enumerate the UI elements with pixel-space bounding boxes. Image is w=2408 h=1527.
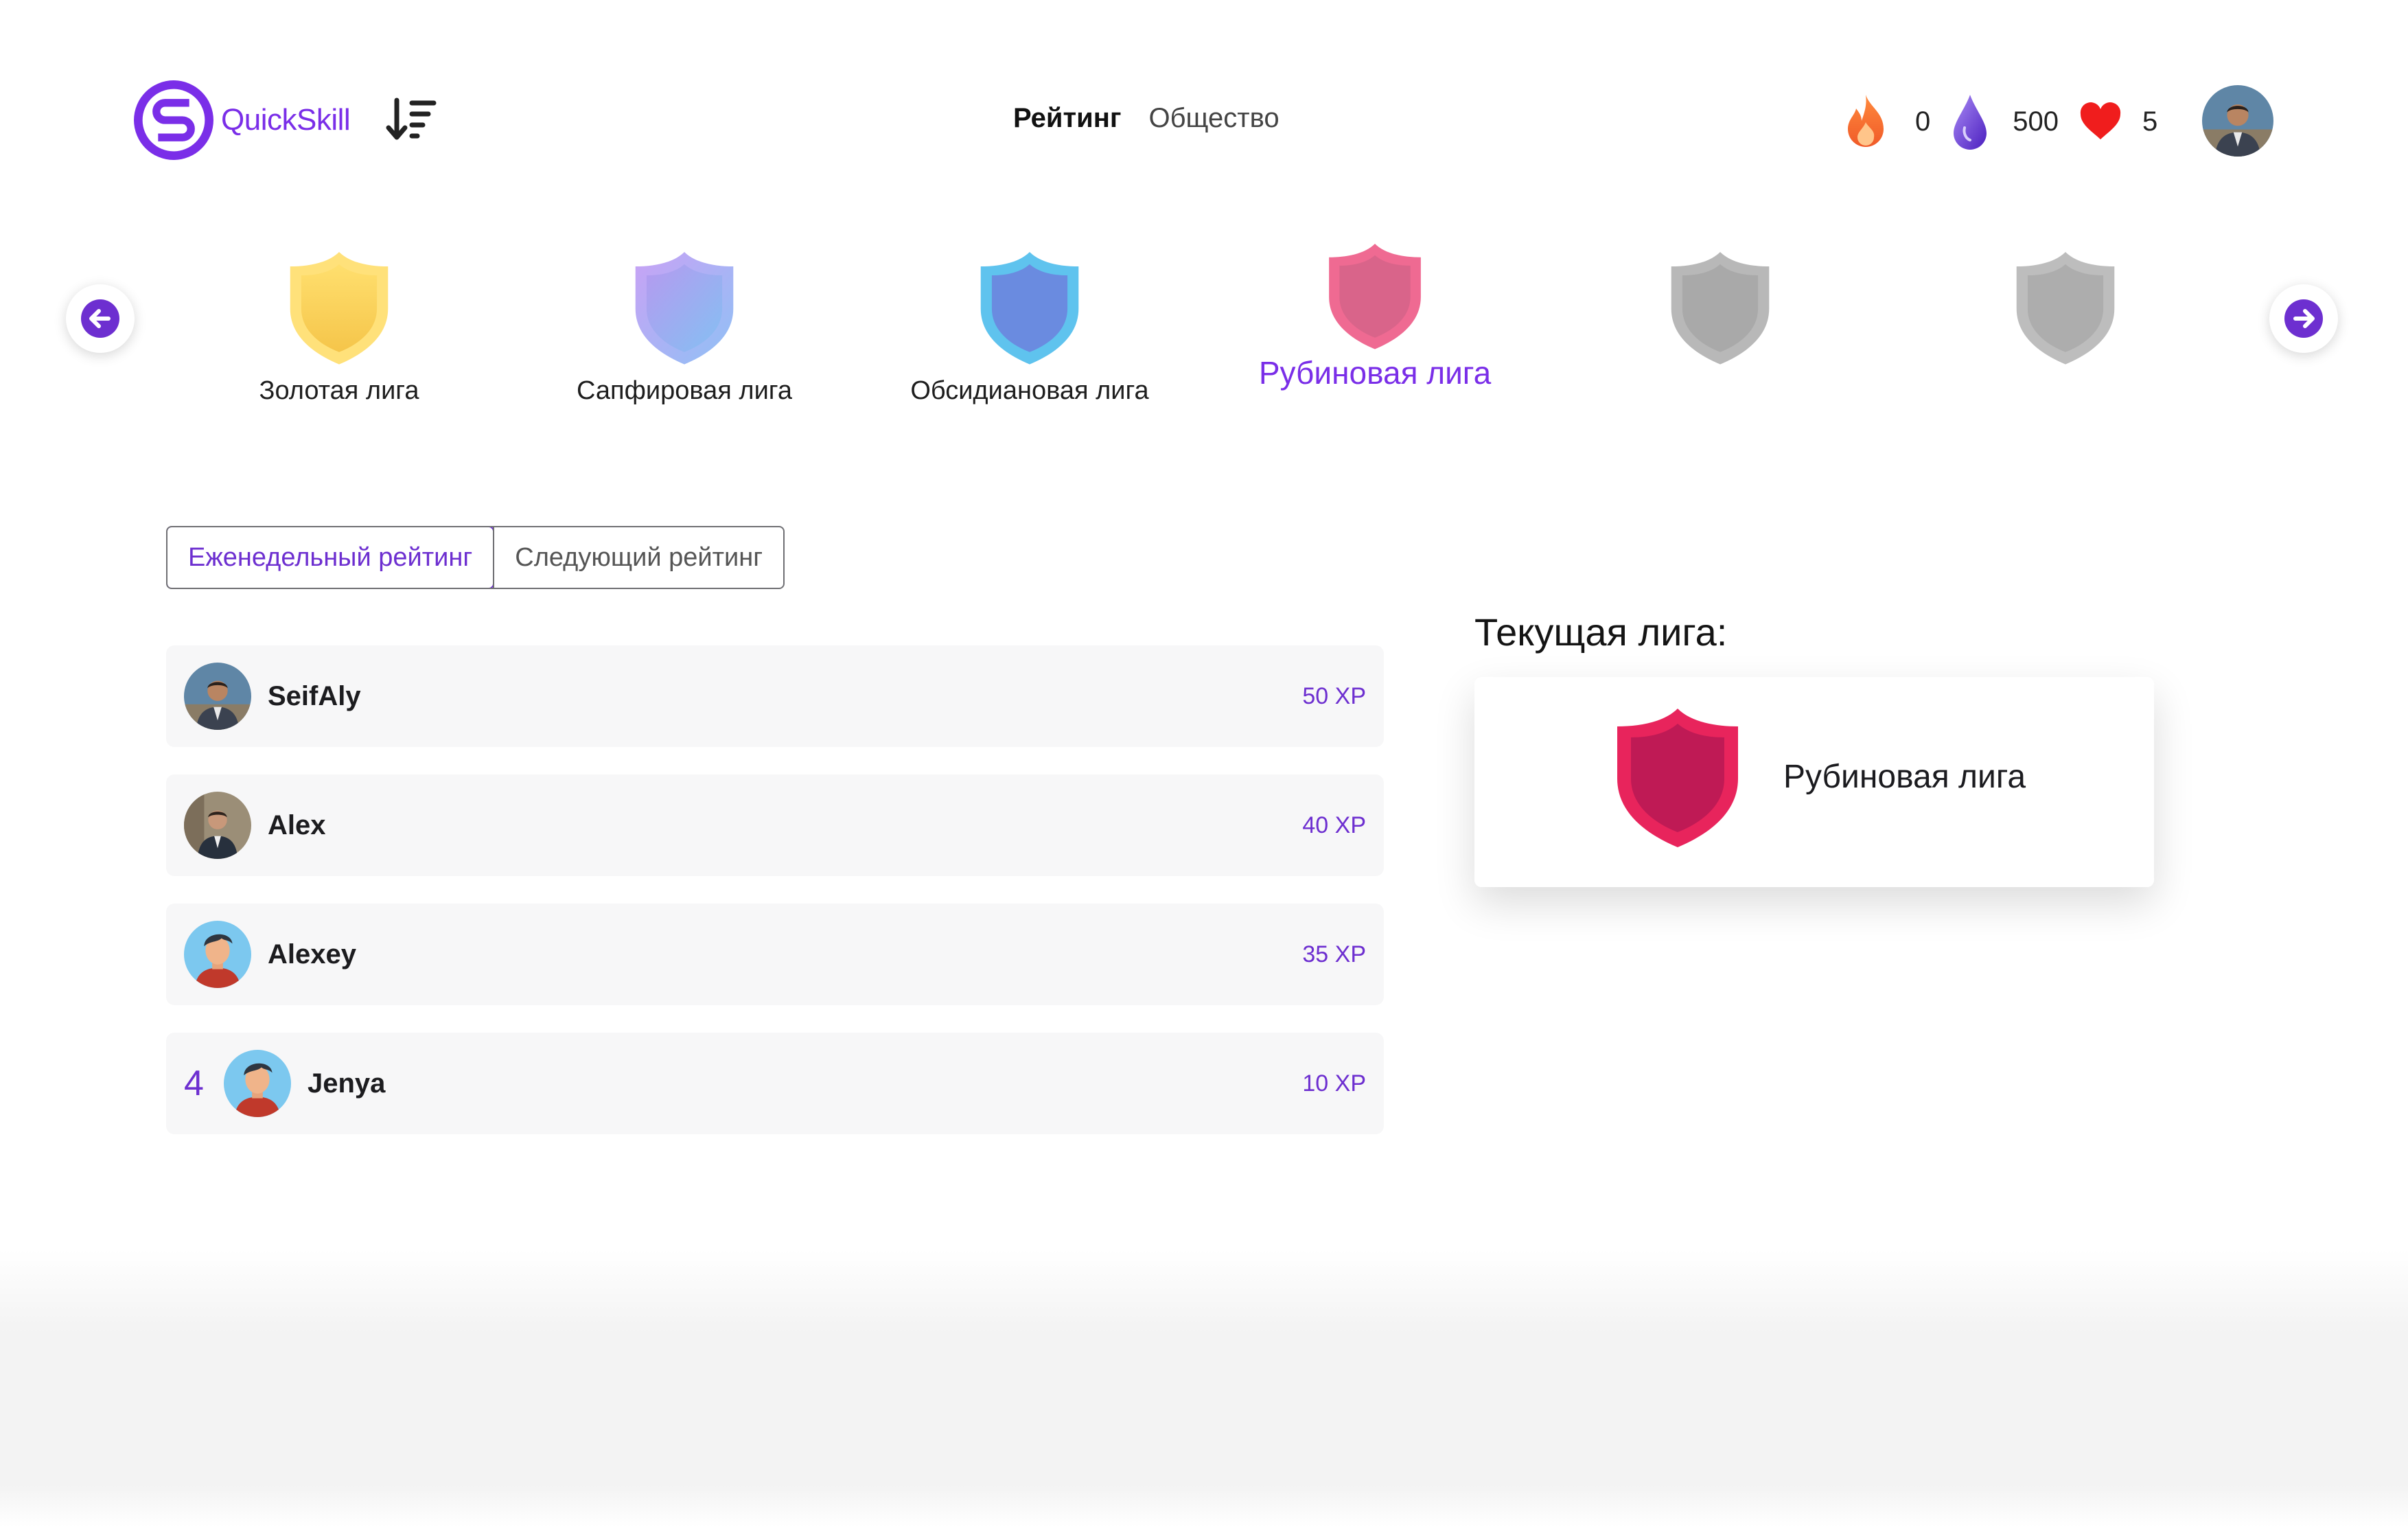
gems-stat[interactable]: 500: [1949, 92, 2059, 151]
sort-icon[interactable]: [384, 96, 437, 144]
ruby-shield-icon: [1617, 709, 1738, 847]
user-xp: 40 XP: [1302, 812, 1366, 838]
league-ruby[interactable]: Рубиновая лига: [1238, 240, 1512, 391]
main-nav: Рейтинг Общество: [1013, 103, 1280, 134]
user-rank: 4: [184, 1064, 204, 1103]
user-stats: 0 500 5: [1840, 88, 2157, 155]
user-avatar: [184, 921, 251, 988]
league-name: Обсидиановая лига: [910, 376, 1149, 405]
rating-tabs: Еженедельный рейтинг Следующий рейтинг: [166, 526, 785, 589]
locked-shield-icon: [1671, 252, 1770, 365]
user-cartoon-icon: [224, 1050, 291, 1117]
user-cartoon-icon: [184, 921, 251, 988]
user-photo-icon: [184, 792, 251, 859]
leaderboard-row[interactable]: Alexey 35 XP: [166, 904, 1384, 1005]
bottom-background-fade: [0, 1250, 2408, 1527]
streak-stat[interactable]: 0: [1840, 92, 1930, 151]
league-locked-2[interactable]: [1928, 249, 2203, 367]
sapphire-shield-icon: [635, 252, 734, 365]
leaderboard-row[interactable]: Alex 40 XP: [166, 774, 1384, 876]
profile-avatar[interactable]: [2202, 85, 2273, 157]
current-league-name: Рубиновая лига: [1783, 759, 2026, 795]
user-xp: 10 XP: [1302, 1070, 1366, 1097]
heart-icon: [2080, 102, 2121, 139]
user-name: Alex: [268, 810, 326, 840]
next-league-button[interactable]: [2269, 284, 2338, 353]
league-sapphire[interactable]: Сапфировая лига: [547, 249, 822, 406]
tab-weekly-rating[interactable]: Еженедельный рейтинг: [167, 527, 495, 588]
league-name: Золотая лига: [259, 376, 419, 405]
user-avatar: [184, 663, 251, 730]
gold-shield-icon: [290, 252, 389, 365]
logo[interactable]: QuickSkill: [130, 77, 351, 163]
user-photo-icon: [184, 663, 251, 730]
arrow-right-icon: [2284, 299, 2323, 338]
league-obsidian[interactable]: Обсидиановая лига: [892, 249, 1167, 406]
user-xp: 35 XP: [1302, 941, 1366, 967]
user-name: Jenya: [308, 1068, 386, 1099]
locked-shield-icon: [2016, 252, 2115, 365]
arrow-left-icon: [81, 299, 119, 338]
league-name: Сапфировая лига: [577, 376, 792, 405]
league-name: Рубиновая лига: [1258, 355, 1492, 391]
league-locked-1[interactable]: [1583, 249, 1857, 367]
lives-count: 5: [2142, 106, 2158, 137]
gem-drop-icon: [1954, 95, 1987, 150]
user-avatar: [184, 792, 251, 859]
streak-count: 0: [1915, 106, 1931, 137]
nav-community[interactable]: Общество: [1149, 103, 1280, 134]
ruby-shield-icon: [1329, 244, 1421, 349]
lives-stat[interactable]: 5: [2078, 101, 2157, 142]
leaderboard-row[interactable]: SeifAly 50 XP: [166, 645, 1384, 747]
tab-next-rating[interactable]: Следующий рейтинг: [493, 527, 783, 588]
user-avatar: [224, 1050, 291, 1117]
leaderboard-row[interactable]: 4 Jenya 10 XP: [166, 1033, 1384, 1134]
league-gold[interactable]: Золотая лига: [202, 249, 476, 406]
user-xp: 50 XP: [1302, 682, 1366, 709]
current-league-title: Текущая лига:: [1474, 610, 1728, 654]
fire-icon: [1848, 95, 1884, 147]
prev-league-button[interactable]: [66, 284, 135, 353]
user-name: SeifAly: [268, 680, 361, 711]
user-photo-icon: [2202, 85, 2273, 157]
obsidian-shield-icon: [980, 252, 1079, 365]
logo-icon: [134, 80, 213, 160]
user-name: Alexey: [268, 939, 356, 969]
gems-count: 500: [2013, 106, 2059, 137]
nav-rating[interactable]: Рейтинг: [1013, 103, 1122, 134]
current-league-card: Рубиновая лига: [1474, 677, 2154, 887]
logo-text: QuickSkill: [221, 103, 351, 137]
